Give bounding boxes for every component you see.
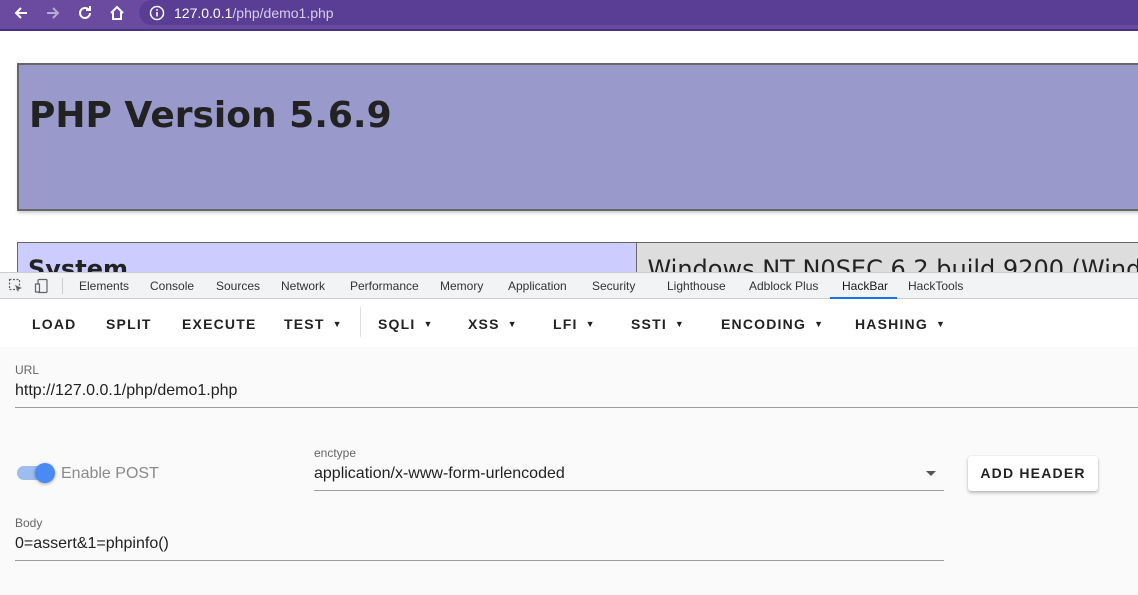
caret-down-icon: ▼ bbox=[507, 319, 517, 329]
sqli-label: SQLI bbox=[378, 316, 416, 332]
execute-button[interactable]: EXECUTE bbox=[182, 316, 257, 332]
address-bar[interactable]: 127.0.0.1/php/demo1.php bbox=[139, 0, 1138, 25]
page-title: PHP Version 5.6.9 bbox=[29, 95, 392, 136]
back-button[interactable] bbox=[9, 2, 33, 24]
browser-toolbar: 127.0.0.1/php/demo1.php bbox=[0, 0, 1138, 31]
xss-label: XSS bbox=[468, 316, 500, 332]
lfi-label: LFI bbox=[553, 316, 578, 332]
device-toolbar-icon[interactable] bbox=[34, 278, 50, 294]
sqli-menu-button[interactable]: SQLI ▼ bbox=[378, 316, 432, 332]
tab-sources[interactable]: Sources bbox=[216, 279, 260, 293]
url-input[interactable]: http://127.0.0.1/php/demo1.php bbox=[15, 382, 237, 400]
body-label: Body bbox=[15, 516, 43, 530]
address-url[interactable]: 127.0.0.1/php/demo1.php bbox=[174, 5, 334, 21]
enctype-select[interactable]: application/x-www-form-urlencoded bbox=[314, 465, 565, 483]
hackbar-toolbar: LOAD SPLIT EXECUTE TEST ▼ SQLI ▼ XSS ▼ LFI ▼… bbox=[0, 299, 1138, 347]
url-host: 127.0.0.1 bbox=[174, 4, 233, 21]
tab-security[interactable]: Security bbox=[592, 279, 635, 293]
row-label: System bbox=[18, 243, 638, 272]
tab-performance[interactable]: Performance bbox=[350, 279, 419, 293]
caret-down-icon: ▼ bbox=[332, 319, 342, 329]
home-button[interactable] bbox=[105, 2, 129, 24]
caret-down-icon: ▼ bbox=[674, 319, 684, 329]
hashing-menu-button[interactable]: HASHING ▼ bbox=[855, 316, 945, 332]
reload-button[interactable] bbox=[73, 2, 97, 24]
caret-down-icon: ▼ bbox=[585, 319, 595, 329]
tab-lighthouse[interactable]: Lighthouse bbox=[667, 279, 726, 293]
home-icon bbox=[110, 5, 124, 20]
url-input-underline bbox=[15, 407, 1138, 408]
enctype-select-underline bbox=[314, 490, 944, 491]
caret-down-icon: ▼ bbox=[423, 319, 433, 329]
caret-down-icon: ▼ bbox=[814, 319, 823, 329]
enable-post-label: Enable POST bbox=[61, 465, 159, 482]
tab-hackbar[interactable]: HackBar bbox=[842, 279, 888, 293]
tab-memory[interactable]: Memory bbox=[440, 279, 483, 293]
test-menu-button[interactable]: TEST ▼ bbox=[284, 316, 342, 332]
tab-network[interactable]: Network bbox=[281, 279, 325, 293]
lfi-menu-button[interactable]: LFI ▼ bbox=[553, 316, 595, 332]
url-path: /php/demo1.php bbox=[232, 4, 334, 21]
hashing-label: HASHING bbox=[855, 316, 928, 332]
body-input-underline bbox=[15, 560, 944, 561]
enable-post-toggle-knob[interactable] bbox=[35, 463, 55, 483]
hackbar-form: URL http://127.0.0.1/php/demo1.php Enabl… bbox=[0, 347, 1138, 595]
tab-elements[interactable]: Elements bbox=[79, 279, 129, 293]
url-label: URL bbox=[15, 363, 40, 377]
test-label: TEST bbox=[284, 316, 325, 332]
tab-application[interactable]: Application bbox=[508, 279, 567, 293]
toolbar-divider bbox=[62, 278, 63, 294]
encoding-menu-button[interactable]: ENCODING ▼ bbox=[721, 316, 823, 332]
devtools-tab-bar: Elements Console Sources Network Perform… bbox=[0, 272, 1138, 299]
inspect-element-icon[interactable] bbox=[8, 278, 24, 294]
encoding-label: ENCODING bbox=[721, 316, 807, 332]
caret-down-icon[interactable] bbox=[926, 471, 936, 476]
ssti-label: SSTI bbox=[631, 316, 667, 332]
tab-console[interactable]: Console bbox=[150, 279, 194, 293]
info-table-row: System Windows NT N0SEC 6.2 build 9200 (… bbox=[17, 242, 1138, 272]
tab-hacktools[interactable]: HackTools bbox=[908, 279, 963, 293]
arrow-left-icon bbox=[14, 7, 27, 19]
row-value: Windows NT N0SEC 6.2 build 9200 (Windo bbox=[637, 243, 1138, 272]
tab-adblock-plus[interactable]: Adblock Plus bbox=[749, 279, 818, 293]
php-header: PHP Version 5.6.9 bbox=[17, 63, 1138, 211]
enctype-label: enctype bbox=[314, 446, 357, 460]
page-content: PHP Version 5.6.9 System Windows NT N0SE… bbox=[0, 31, 1138, 272]
ssti-menu-button[interactable]: SSTI ▼ bbox=[631, 316, 684, 332]
xss-menu-button[interactable]: XSS ▼ bbox=[468, 316, 517, 332]
load-button[interactable]: LOAD bbox=[32, 316, 76, 332]
caret-down-icon: ▼ bbox=[935, 319, 945, 329]
split-button[interactable]: SPLIT bbox=[106, 316, 152, 332]
add-header-button[interactable]: ADD HEADER bbox=[968, 456, 1098, 491]
arrow-right-icon bbox=[47, 7, 60, 19]
body-input[interactable]: 0=assert&1=phpinfo() bbox=[15, 535, 169, 553]
info-icon[interactable] bbox=[149, 5, 165, 21]
reload-icon bbox=[79, 6, 91, 19]
forward-button[interactable] bbox=[41, 2, 65, 24]
toolbar-divider bbox=[360, 307, 361, 337]
